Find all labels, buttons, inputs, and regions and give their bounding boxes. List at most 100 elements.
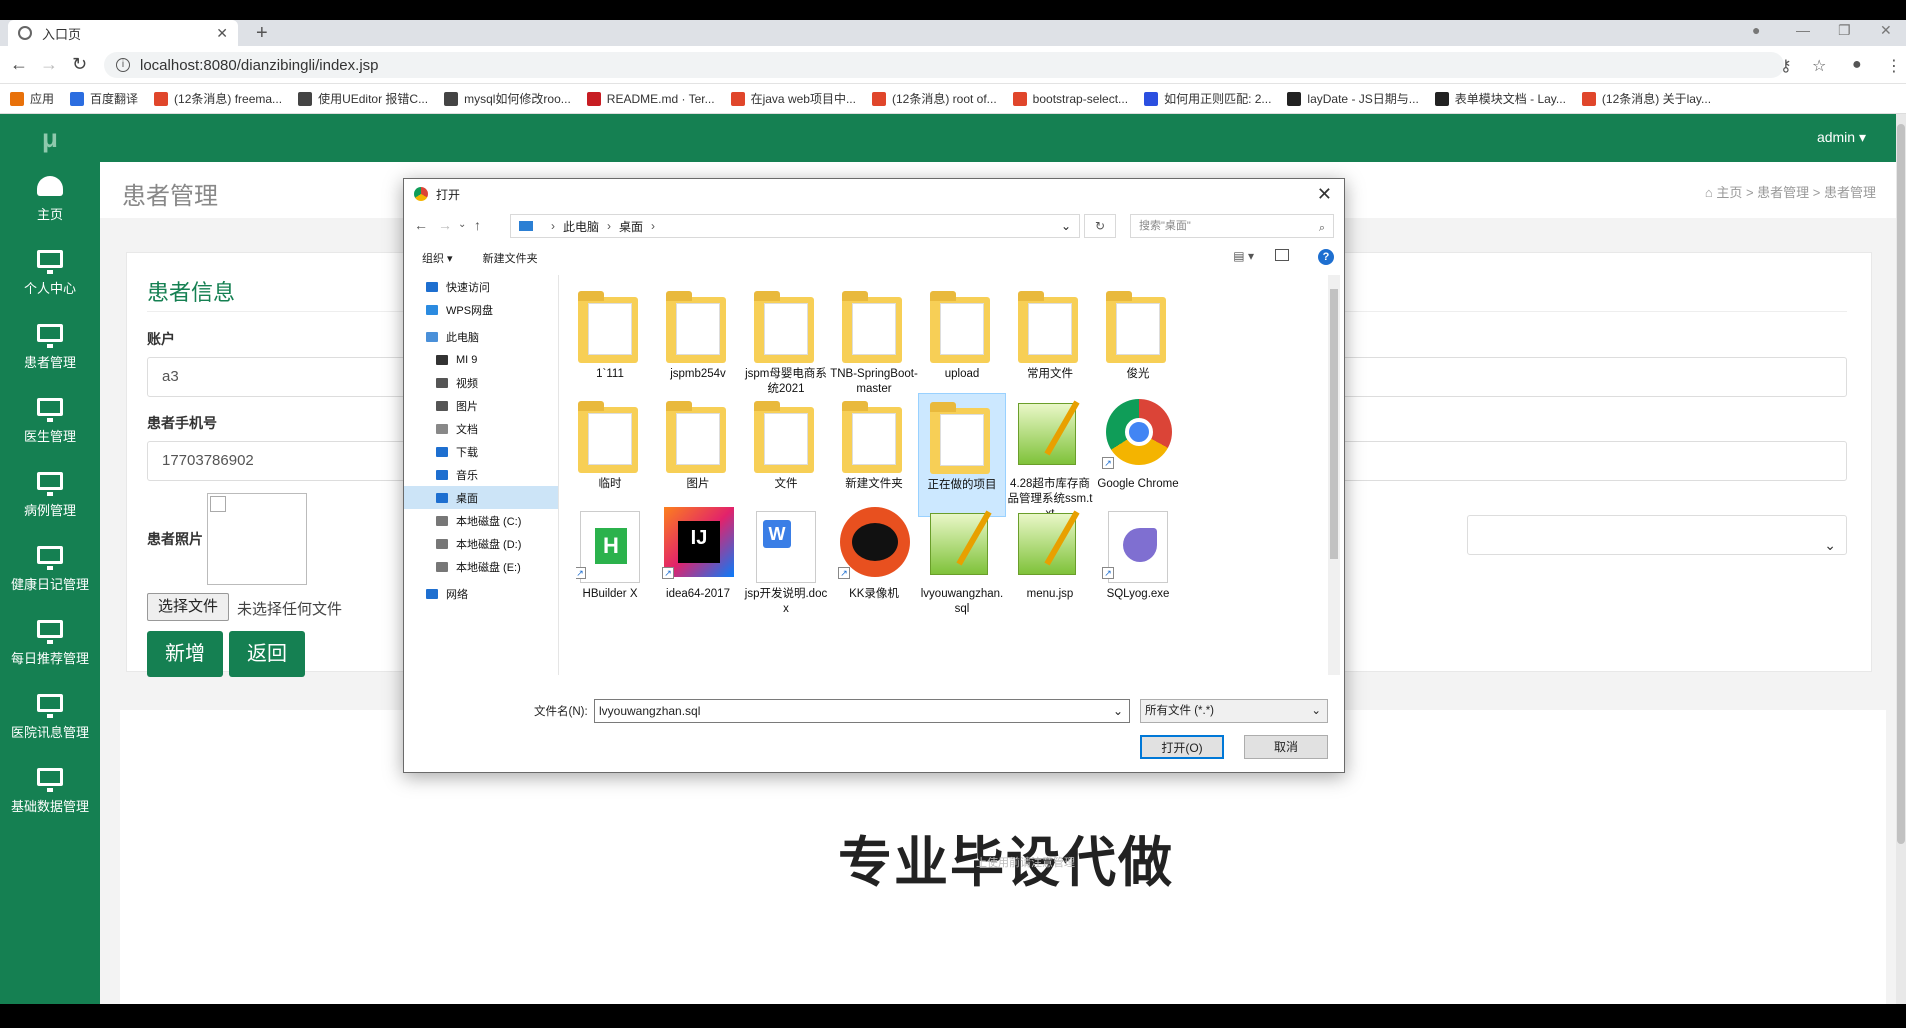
add-button[interactable]: 新增 [147,631,223,677]
view-options-icon[interactable]: ▤ ▾ [1233,249,1254,263]
tree-item[interactable]: 本地磁盘 (D:) [404,532,558,555]
file-item[interactable]: lvyouwangzhan.sql [918,503,1006,627]
tree-item[interactable]: MI 9 [404,348,558,371]
user-menu[interactable]: admin ▾ [1817,129,1866,146]
refresh-icon[interactable]: ↻ [1084,214,1116,238]
file-item[interactable]: ↗ Google Chrome [1094,393,1182,517]
account-icon[interactable]: ● [1852,56,1862,74]
bookmark-item[interactable]: mysql如何修改roo... [444,90,571,107]
bookmark-item[interactable]: (12条消息) freema... [154,90,282,107]
tree-item[interactable]: 快速访问 [404,275,558,298]
maximize-icon[interactable]: ❐ [1838,22,1851,39]
bookmark-item[interactable]: bootstrap-select... [1012,91,1128,106]
tree-item[interactable]: 文档 [404,417,558,440]
bookmark-item[interactable]: (12条消息) 关于lay... [1581,90,1711,107]
tree-item[interactable]: 此电脑 [404,325,558,348]
chevron-down-icon[interactable]: ⌄ [1113,700,1123,722]
bookmark-item[interactable]: 在java web项目中... [730,90,856,107]
close-tab-icon[interactable]: ✕ [216,25,228,42]
tree-item[interactable]: 图片 [404,394,558,417]
back-icon[interactable]: ← [414,217,428,233]
bookmark-item[interactable]: layDate - JS日期与... [1287,90,1419,107]
file-item[interactable]: 新建文件夹 [830,393,918,517]
tree-item[interactable]: 音乐 [404,463,558,486]
bookmark-item[interactable]: 使用UEditor 报错C... [298,90,428,107]
tree-item[interactable]: WPS网盘 [404,298,558,321]
open-button[interactable]: 打开(O) [1140,735,1224,759]
forward-icon[interactable]: → [40,54,58,75]
new-folder-button[interactable]: 新建文件夹 [483,250,538,266]
sidebar-item[interactable]: 医生管理 [0,384,100,458]
search-input[interactable]: 搜索"桌面" ⌕ [1130,214,1334,238]
key-icon[interactable]: ⚷ [1780,56,1792,76]
menu-icon[interactable]: ⋮ [1886,56,1902,76]
file-item[interactable]: 常用文件 [1006,283,1094,407]
file-item[interactable]: jspm母婴电商系统2021 [742,283,830,407]
minimize-icon[interactable]: — [1796,22,1810,38]
cancel-button[interactable]: 取消 [1244,735,1328,759]
tree-item[interactable]: 本地磁盘 (C:) [404,509,558,532]
recent-dropdown-icon[interactable]: ⌄ [458,219,466,230]
scrollbar-thumb[interactable] [1330,289,1338,559]
browser-tab[interactable]: 入口页 ✕ [8,20,238,46]
url-field[interactable]: i localhost:8080/dianzibingli/index.jsp [104,52,1784,78]
star-icon[interactable]: ☆ [1812,56,1826,76]
file-item[interactable]: ↗ KK录像机 [830,503,918,627]
profile-indicator-icon[interactable]: ● [1752,22,1760,38]
file-item[interactable]: TNB-SpringBoot-master [830,283,918,407]
preview-pane-icon[interactable] [1275,249,1289,261]
tree-item[interactable]: 视频 [404,371,558,394]
tree-item[interactable]: 本地磁盘 (E:) [404,555,558,578]
new-tab-icon[interactable]: + [256,20,268,46]
sidebar-item[interactable]: 主页 [0,162,100,236]
back-button[interactable]: 返回 [229,631,305,677]
sidebar-item[interactable]: 每日推荐管理 [0,606,100,680]
file-item[interactable]: jspmb254v [654,283,742,407]
bookmark-item[interactable]: 应用 [10,90,54,107]
forward-icon[interactable]: → [438,217,452,233]
bookmark-item[interactable]: README.md · Ter... [586,91,715,106]
choose-file-button[interactable]: 选择文件 [147,593,229,621]
info-icon[interactable]: i [116,58,130,72]
file-item[interactable]: 1`111 [576,283,654,407]
file-item[interactable]: upload [918,283,1006,407]
file-item[interactable]: Wjsp开发说明.docx [742,503,830,627]
file-item[interactable]: H ↗ HBuilder X [576,503,654,627]
path-desktop[interactable]: 桌面 [619,218,643,235]
file-item[interactable]: 临时 [576,393,654,517]
sidebar-item[interactable]: 患者管理 [0,310,100,384]
help-icon[interactable]: ? [1318,249,1334,265]
back-icon[interactable]: ← [10,54,28,75]
filename-input[interactable]: lvyouwangzhan.sql ⌄ [594,699,1130,723]
tree-item[interactable]: 桌面 [404,486,558,509]
bookmark-item[interactable]: 如何用正则匹配: 2... [1144,90,1271,107]
sidebar-item[interactable]: 病例管理 [0,458,100,532]
select-field[interactable]: ⌄ [1467,515,1847,555]
bookmark-item[interactable]: (12条消息) root of... [871,90,997,107]
sidebar-item[interactable]: 个人中心 [0,236,100,310]
tree-item[interactable]: 网络 [404,582,558,605]
sidebar-item[interactable]: 基础数据管理 [0,754,100,828]
file-item[interactable]: IJ ↗ idea64-2017 [654,503,742,627]
sidebar-item[interactable]: 医院讯息管理 [0,680,100,754]
bookmark-item[interactable]: 百度翻译 [70,90,138,107]
file-item[interactable]: 文件 [742,393,830,517]
bookmark-item[interactable]: 表单模块文档 - Lay... [1434,90,1566,107]
organize-button[interactable]: 组织 ▾ [422,250,453,266]
page-scrollbar[interactable] [1896,114,1906,1004]
close-window-icon[interactable]: ✕ [1880,22,1892,39]
file-item[interactable]: 图片 [654,393,742,517]
file-item[interactable]: 4.28超市库存商品管理系统ssm.txt [1006,393,1094,520]
path-this-pc[interactable]: 此电脑 [563,218,599,235]
file-item[interactable]: 俊光 [1094,283,1182,407]
breadcrumb-text[interactable]: 主页 > 患者管理 > 患者管理 [1716,185,1876,200]
tree-item[interactable]: 下载 [404,440,558,463]
dialog-close-icon[interactable]: ✕ [1317,184,1332,205]
up-icon[interactable]: ↑ [474,217,481,233]
file-item[interactable]: 正在做的项目 [918,393,1006,517]
file-item[interactable]: ↗ SQLyog.exe [1094,503,1182,627]
file-grid-scrollbar[interactable] [1328,275,1340,675]
path-bar[interactable]: › 此电脑 › 桌面 › ⌄ [510,214,1080,238]
reload-icon[interactable]: ↻ [72,54,87,75]
path-dropdown-icon[interactable]: ⌄ [1061,219,1071,233]
